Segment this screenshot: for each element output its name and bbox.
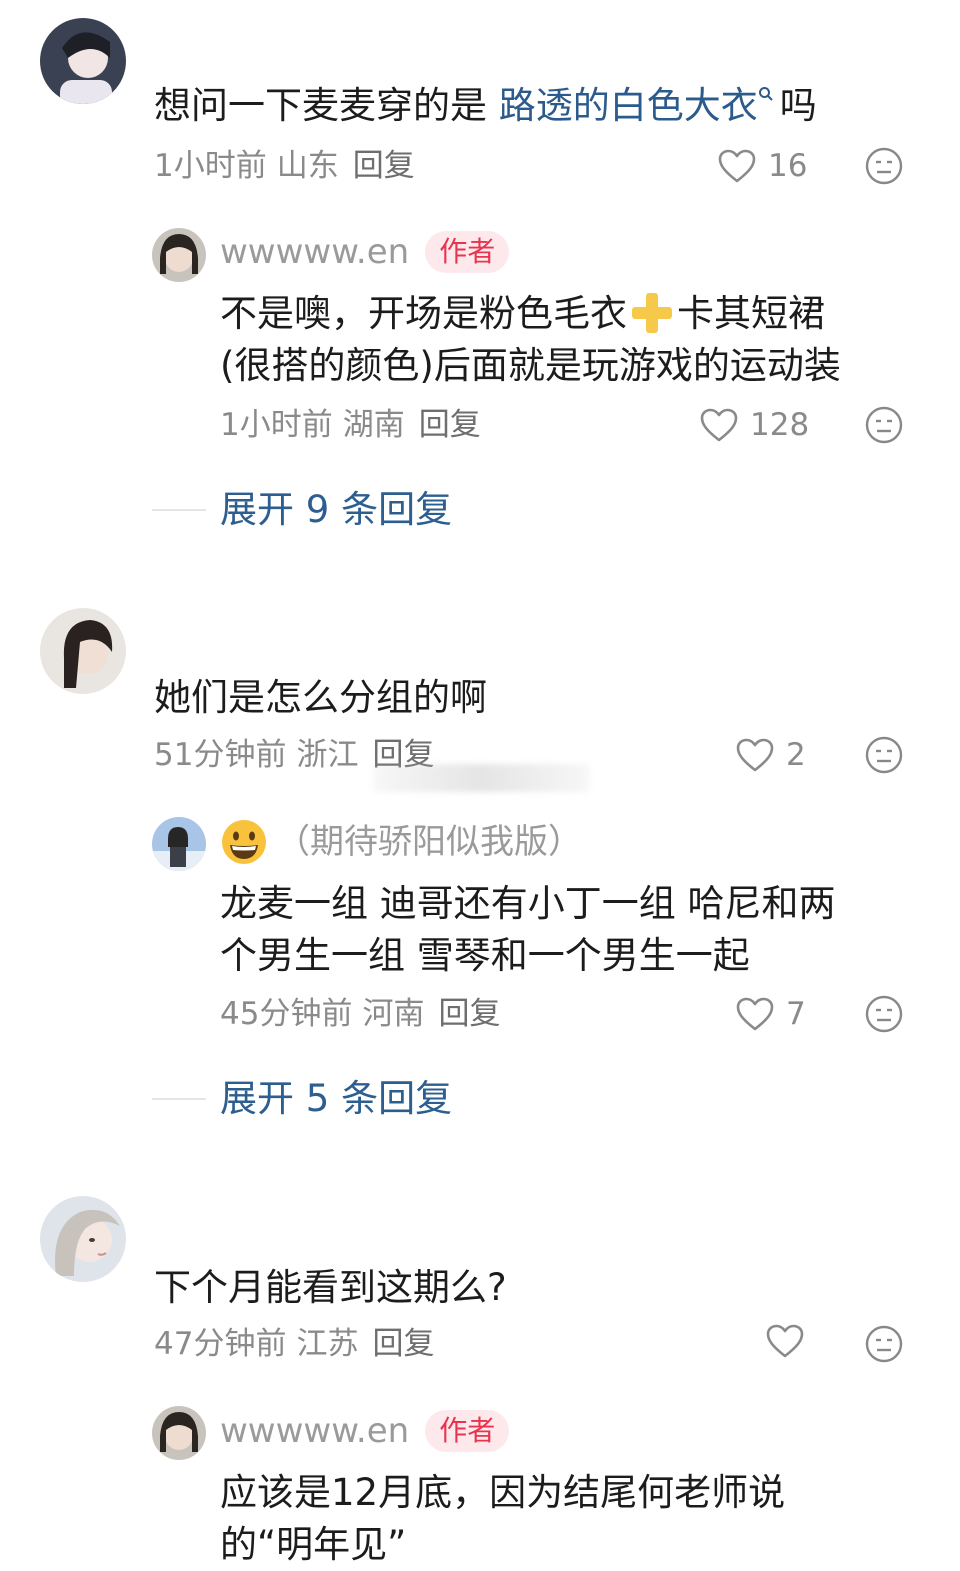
like-count: 16 (768, 148, 808, 184)
reply-meta: 1小时前 湖南 回复 (220, 405, 491, 445)
divider (152, 509, 206, 511)
comment-meta: 1小时前 山东 回复 (154, 146, 425, 186)
watermark (374, 764, 589, 792)
reply-button[interactable]: 回复 (353, 148, 415, 184)
divider (152, 1098, 206, 1100)
timestamp: 51分钟前 (154, 737, 287, 773)
heart-outline-icon (700, 408, 738, 442)
heart-outline-icon (718, 149, 756, 183)
reply-avatar[interactable] (152, 1406, 206, 1460)
grinning-face-emoji-icon (222, 820, 266, 864)
like-button[interactable] (766, 1324, 816, 1358)
like-button[interactable]: 16 (718, 146, 807, 186)
heart-outline-icon (736, 738, 774, 772)
like-count: 128 (750, 407, 810, 443)
avatar-image (152, 817, 206, 871)
neutral-face-icon[interactable] (864, 994, 904, 1034)
like-count: 7 (786, 996, 806, 1032)
plus-emoji-icon (632, 292, 672, 333)
reply-username[interactable]: （期待骄阳似我版） (220, 818, 582, 866)
author-badge: 作者 (425, 1410, 510, 1452)
reply-avatar[interactable] (152, 228, 206, 282)
like-button[interactable]: 7 (736, 994, 806, 1034)
reply-button[interactable]: 回复 (419, 407, 481, 443)
comment-text: 下个月能看到这期么? (154, 1266, 507, 1309)
author-badge: 作者 (425, 231, 510, 273)
avatar-image (152, 228, 206, 282)
heart-outline-icon (766, 1324, 804, 1358)
reply-text: 不是噢，开场是粉色毛衣 卡其短裙 (很搭的颜色)后面就是玩游戏的运动装 (220, 288, 920, 392)
comment-text: 她们是怎么分组的啊 (154, 676, 487, 719)
like-count: 2 (786, 737, 806, 773)
reply-button[interactable]: 回复 (372, 1326, 434, 1362)
timestamp: 1小时前 (220, 407, 333, 443)
avatar-image (152, 1406, 206, 1460)
search-link[interactable]: 路透的白色大衣 (499, 84, 780, 127)
comment-meta: 47分钟前 江苏 回复 (154, 1324, 444, 1364)
avatar[interactable] (40, 18, 126, 104)
neutral-face-icon[interactable] (864, 735, 904, 775)
location: 湖南 (342, 407, 405, 443)
heart-outline-icon (736, 997, 774, 1031)
neutral-face-icon[interactable] (864, 405, 904, 445)
location: 河南 (362, 996, 425, 1032)
avatar[interactable] (40, 1196, 126, 1282)
reply-meta: 45分钟前 河南 回复 (220, 994, 510, 1034)
neutral-face-icon[interactable] (864, 146, 904, 186)
location: 山东 (276, 148, 339, 184)
avatar-image (40, 608, 126, 694)
timestamp: 45分钟前 (220, 996, 353, 1032)
avatar[interactable] (40, 608, 126, 694)
reply-username[interactable]: wwwww.en 作者 (220, 230, 510, 274)
timestamp: 47分钟前 (154, 1326, 287, 1362)
like-button[interactable]: 128 (700, 405, 809, 445)
location: 江苏 (296, 1326, 359, 1362)
comment-text: 想问一下麦麦穿的是 路透的白色大衣吗 (154, 84, 817, 127)
avatar-image (40, 1196, 126, 1282)
search-icon (758, 87, 773, 101)
reply-button[interactable]: 回复 (438, 996, 500, 1032)
like-button[interactable]: 2 (736, 735, 806, 775)
reply-avatar[interactable] (152, 817, 206, 871)
avatar-image (40, 18, 126, 104)
expand-replies-button[interactable]: 展开 5 条回复 (152, 1073, 452, 1125)
timestamp: 1小时前 (154, 148, 267, 184)
reply-username[interactable]: wwwww.en 作者 (220, 1409, 510, 1453)
location: 浙江 (296, 737, 359, 773)
neutral-face-icon[interactable] (864, 1324, 904, 1364)
reply-text: 龙麦一组 迪哥还有小丁一组 哈尼和两 个男生一组 雪琴和一个男生一起 (220, 882, 836, 977)
expand-replies-button[interactable]: 展开 9 条回复 (152, 484, 452, 536)
reply-text: 应该是12月底，因为结尾何老师说 的“明年见” (220, 1471, 786, 1566)
